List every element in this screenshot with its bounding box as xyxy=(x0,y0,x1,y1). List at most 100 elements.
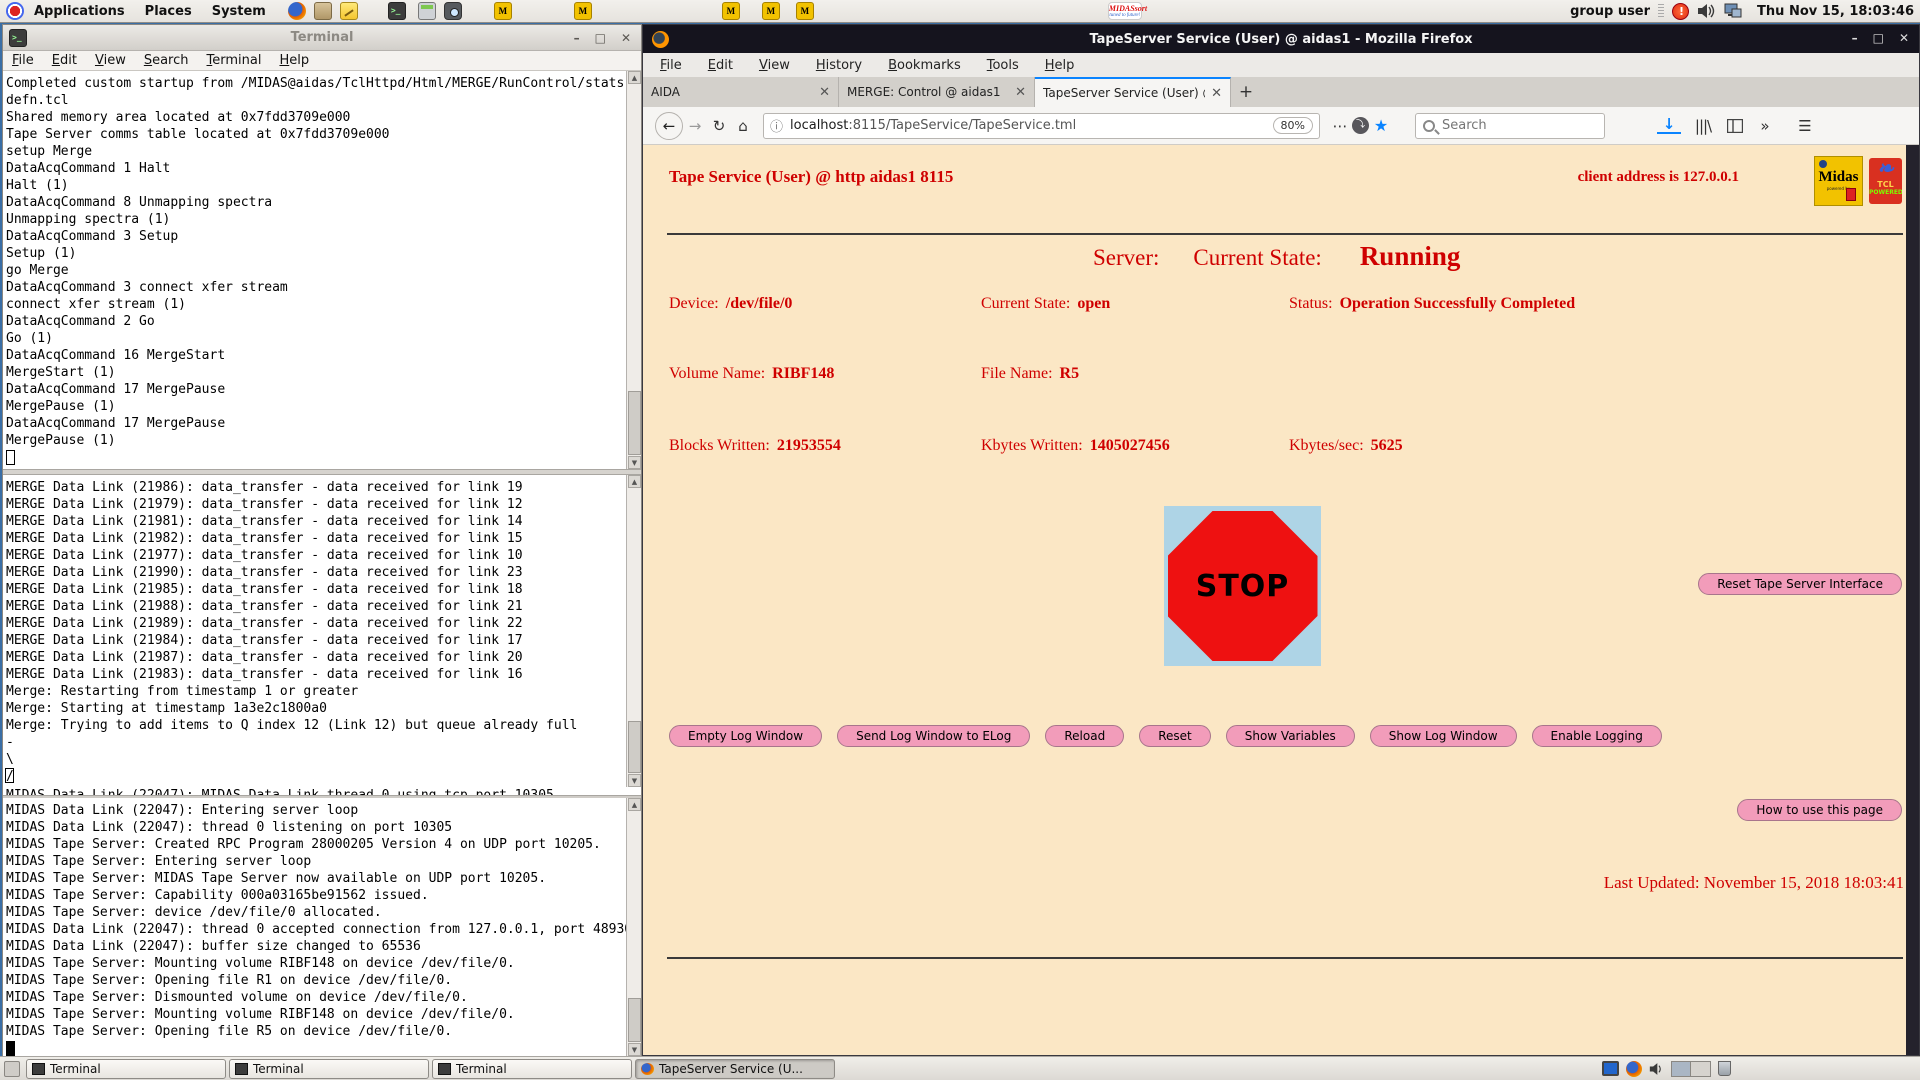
library-icon[interactable]: |||\ xyxy=(1691,117,1715,135)
forward-button[interactable]: → xyxy=(683,117,707,135)
scroll-down-icon[interactable]: ▼ xyxy=(628,1043,641,1056)
close-icon[interactable]: ✕ xyxy=(621,31,631,45)
scrollbar[interactable]: ▲ ▼ xyxy=(626,71,641,469)
midas-launcher-icon[interactable]: M xyxy=(494,2,512,20)
show-desktop-icon[interactable] xyxy=(4,1061,20,1077)
ff-menu-edit[interactable]: Edit xyxy=(708,58,733,73)
terminal-menu-search[interactable]: Search xyxy=(144,53,189,68)
send-log-to-elog-button[interactable]: Send Log Window to ELog xyxy=(837,725,1030,747)
minimize-icon[interactable]: – xyxy=(574,31,580,45)
site-info-icon[interactable]: ⓘ xyxy=(770,116,783,135)
scrollbar[interactable]: ▲ ▼ xyxy=(626,798,641,1056)
midassort-launcher-icon[interactable]: MIDASsort tuned to future! xyxy=(1108,2,1142,20)
distro-emblem-icon[interactable] xyxy=(6,2,24,20)
search-input[interactable] xyxy=(1442,118,1582,133)
workspace-switcher[interactable] xyxy=(1671,1061,1711,1077)
panel-clock[interactable]: Thu Nov 15, 18:03:46 xyxy=(1751,4,1914,19)
midas-launcher-icon[interactable]: M xyxy=(722,2,740,20)
terminal-pane-startup-log[interactable]: Completed custom startup from /MIDAS@aid… xyxy=(3,71,641,469)
maximize-icon[interactable]: □ xyxy=(1873,31,1884,45)
url-bar[interactable]: ⓘ localhost:8115/TapeService/TapeService… xyxy=(763,113,1320,139)
hamburger-menu-icon[interactable]: ☰ xyxy=(1793,117,1817,135)
scrollbar-thumb[interactable] xyxy=(628,998,641,1042)
terminal-pane-tapeserver-log[interactable]: MIDAS Data Link (22047): Entering server… xyxy=(3,798,641,1056)
reset-tape-server-interface-button[interactable]: Reset Tape Server Interface xyxy=(1698,573,1902,595)
update-alert-icon[interactable] xyxy=(1672,3,1689,20)
firefox-launcher-icon[interactable] xyxy=(288,2,306,20)
tab-close-icon[interactable]: ✕ xyxy=(1009,85,1026,100)
menu-places[interactable]: Places xyxy=(135,4,202,19)
volume-icon[interactable] xyxy=(1697,3,1715,19)
panel-drag-handle[interactable] xyxy=(1658,4,1664,18)
taskbar-window-terminal-1[interactable]: Terminal xyxy=(26,1059,226,1079)
terminal-pane-merge-log[interactable]: MERGE Data Link (21986): data_transfer -… xyxy=(3,475,641,787)
workspace-1[interactable] xyxy=(1672,1062,1691,1076)
workspace-2[interactable] xyxy=(1691,1062,1710,1076)
page-actions-icon[interactable]: ⋯ xyxy=(1328,117,1352,135)
tab-close-icon[interactable]: ✕ xyxy=(813,85,830,100)
downloads-icon[interactable]: ↓ xyxy=(1657,117,1681,134)
midas-launcher-icon[interactable]: M xyxy=(762,2,780,20)
reload-button[interactable]: Reload xyxy=(1045,725,1124,747)
scrollbar-thumb[interactable] xyxy=(628,721,641,773)
close-icon[interactable]: ✕ xyxy=(1899,31,1909,45)
sidebar-icon[interactable] xyxy=(1727,119,1743,133)
page-scrollbar[interactable] xyxy=(1906,145,1919,1055)
file-manager-launcher-icon[interactable] xyxy=(314,2,332,20)
terminal-menu-file[interactable]: File xyxy=(12,53,34,68)
pocket-icon[interactable]: ⤵ xyxy=(1352,117,1369,134)
firefox-titlebar[interactable]: TapeServer Service (User) @ aidas1 - Moz… xyxy=(643,25,1919,53)
tab-aida[interactable]: AIDA ✕ xyxy=(643,77,839,107)
network-icon[interactable] xyxy=(1723,3,1743,19)
scroll-up-icon[interactable]: ▲ xyxy=(628,798,641,811)
zoom-level-badge[interactable]: 80% xyxy=(1273,117,1313,134)
midas-launcher-icon[interactable]: M xyxy=(574,2,592,20)
tab-tapeserver-service[interactable]: TapeServer Service (User) @ ✕ xyxy=(1035,77,1231,107)
trash-icon[interactable] xyxy=(1718,1061,1731,1076)
minimize-icon[interactable]: – xyxy=(1852,31,1858,45)
scrollbar[interactable]: ▲ ▼ xyxy=(626,475,641,787)
search-bar[interactable] xyxy=(1415,113,1605,139)
reset-button[interactable]: Reset xyxy=(1139,725,1211,747)
how-to-use-button[interactable]: How to use this page xyxy=(1737,799,1902,821)
notes-launcher-icon[interactable] xyxy=(340,2,358,20)
ff-menu-history[interactable]: History xyxy=(816,58,862,73)
screenshot-launcher-icon[interactable] xyxy=(444,2,462,20)
terminal-launcher-icon[interactable] xyxy=(388,2,406,20)
taskbar-window-terminal-2[interactable]: Terminal xyxy=(229,1059,429,1079)
reload-button[interactable]: ↻ xyxy=(707,117,731,135)
enable-logging-button[interactable]: Enable Logging xyxy=(1532,725,1662,747)
stop-sign-image[interactable]: STOP xyxy=(1164,506,1321,666)
overflow-chevron-icon[interactable]: » xyxy=(1753,117,1777,135)
maximize-icon[interactable]: □ xyxy=(595,31,606,45)
scrollbar-thumb[interactable] xyxy=(628,391,641,455)
calculator-launcher-icon[interactable] xyxy=(418,2,436,20)
scroll-down-icon[interactable]: ▼ xyxy=(628,774,641,787)
empty-log-window-button[interactable]: Empty Log Window xyxy=(669,725,822,747)
menu-applications[interactable]: Applications xyxy=(24,4,135,19)
bookmark-star-icon[interactable]: ★ xyxy=(1369,116,1393,135)
midas-launcher-icon[interactable]: M xyxy=(796,2,814,20)
terminal-menu-view[interactable]: View xyxy=(95,53,126,68)
volume-tray-icon[interactable] xyxy=(1649,1062,1664,1076)
show-log-window-button[interactable]: Show Log Window xyxy=(1370,725,1517,747)
ff-menu-help[interactable]: Help xyxy=(1045,58,1075,73)
show-variables-button[interactable]: Show Variables xyxy=(1226,725,1355,747)
menu-system[interactable]: System xyxy=(202,4,276,19)
back-button[interactable]: ← xyxy=(655,112,683,140)
terminal-menu-terminal[interactable]: Terminal xyxy=(207,53,262,68)
tab-merge-control[interactable]: MERGE: Control @ aidas1 ✕ xyxy=(839,77,1035,107)
tcl-powered-logo[interactable]: ❧ TCL POWERED xyxy=(1869,158,1902,204)
scroll-down-icon[interactable]: ▼ xyxy=(628,456,641,469)
taskbar-window-terminal-3[interactable]: Terminal xyxy=(432,1059,632,1079)
terminal-menu-help[interactable]: Help xyxy=(279,53,309,68)
ff-menu-file[interactable]: File xyxy=(660,58,682,73)
user-indicator[interactable]: group user xyxy=(1570,4,1650,19)
scroll-up-icon[interactable]: ▲ xyxy=(628,475,641,488)
firefox-tray-icon[interactable] xyxy=(1626,1061,1642,1077)
new-tab-button[interactable]: + xyxy=(1231,77,1261,107)
ff-menu-bookmarks[interactable]: Bookmarks xyxy=(888,58,961,73)
terminal-menu-edit[interactable]: Edit xyxy=(52,53,77,68)
ff-menu-tools[interactable]: Tools xyxy=(987,58,1019,73)
midas-logo[interactable]: Midas powered by xyxy=(1814,156,1863,206)
